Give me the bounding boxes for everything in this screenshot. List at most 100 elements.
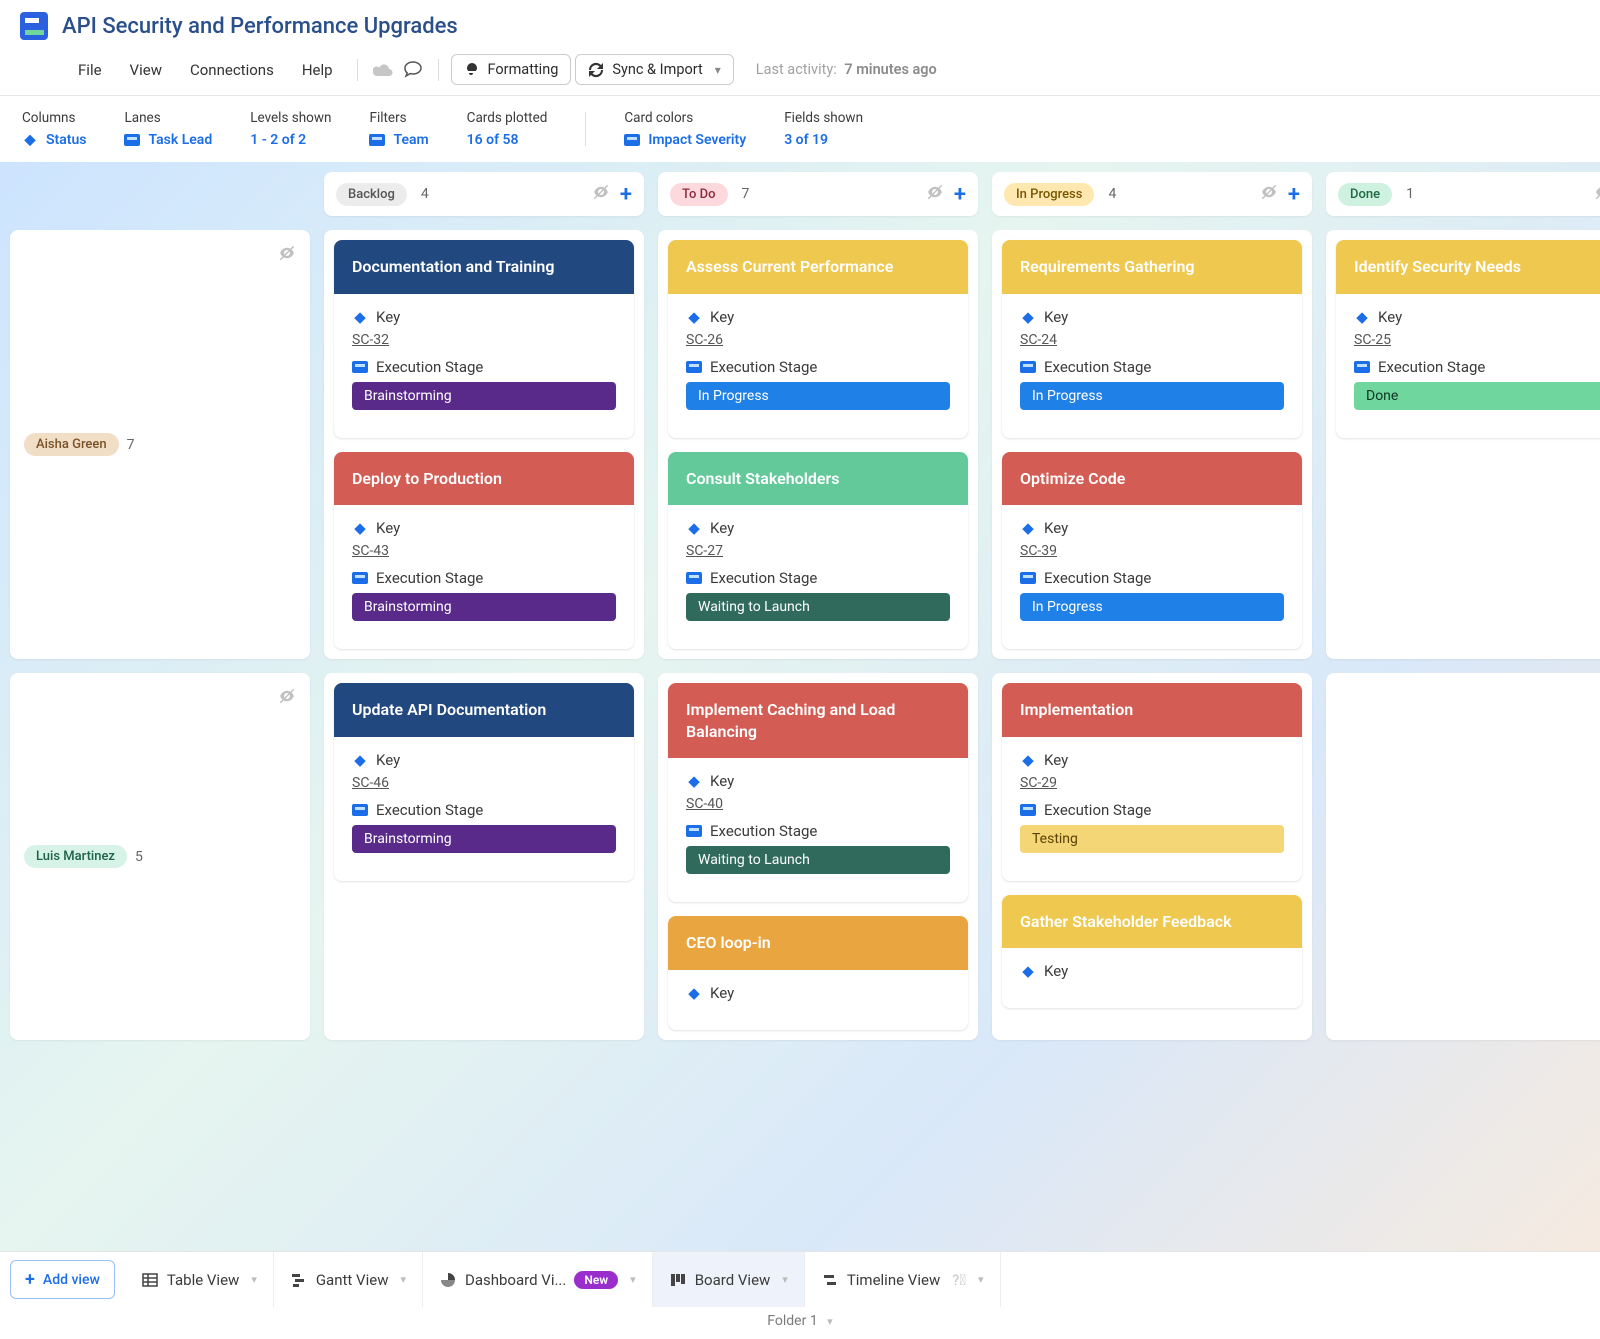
column-name-chip[interactable]: Done <box>1338 183 1392 206</box>
card-key-link[interactable]: SC-32 <box>352 332 389 348</box>
board-cell[interactable]: Implement Caching and Load Balancing ◆Ke… <box>658 673 978 1040</box>
add-view-button[interactable]: + Add view <box>10 1260 115 1299</box>
filter-plotted[interactable]: Cards plotted 16 of 58 <box>467 110 548 148</box>
add-card-button[interactable]: + <box>620 182 632 207</box>
view-tab-dashboard[interactable]: Dashboard Vi... New ▾ <box>423 1252 653 1307</box>
view-tab-table[interactable]: Table View▾ <box>125 1252 274 1307</box>
diamond-icon: ◆ <box>1020 752 1036 768</box>
field-key-label: Key <box>1044 751 1068 769</box>
board-cell[interactable]: Assess Current Performance ◆Key SC-26 Ex… <box>658 230 978 659</box>
menu-help[interactable]: Help <box>290 57 345 83</box>
chevron-down-icon[interactable]: ▾ <box>782 1273 788 1286</box>
filter-columns[interactable]: Columns ◆Status <box>22 110 86 148</box>
formatting-button[interactable]: Formatting <box>451 54 572 85</box>
card-key-link[interactable]: SC-40 <box>686 796 723 812</box>
stage-pill: Brainstorming <box>352 382 616 410</box>
hide-lane-icon[interactable] <box>278 687 296 709</box>
chat-icon[interactable] <box>400 57 426 83</box>
column-name-chip[interactable]: Backlog <box>336 183 407 206</box>
board-card[interactable]: Identify Security Needs ◆Key SC-25 Execu… <box>1336 240 1600 438</box>
stage-pill: In Progress <box>686 382 950 410</box>
menu-connections[interactable]: Connections <box>178 57 286 83</box>
card-key-link[interactable]: SC-25 <box>1354 332 1391 348</box>
hide-column-icon[interactable] <box>1594 183 1600 205</box>
board[interactable]: Backlog 4 + To Do 7 + In Progress 4 + Do… <box>0 162 1600 1281</box>
sync-import-button[interactable]: Sync & Import ▾ <box>575 54 733 85</box>
hide-lane-icon[interactable] <box>278 244 296 266</box>
card-key-link[interactable]: SC-29 <box>1020 775 1057 791</box>
lane-name-chip[interactable]: Luis Martinez <box>24 845 127 868</box>
menu-file[interactable]: File <box>66 57 114 83</box>
board-cell[interactable]: Implementation ◆Key SC-29 Execution Stag… <box>992 673 1312 1040</box>
plus-icon: + <box>25 1269 35 1290</box>
chevron-down-icon[interactable]: ▾ <box>978 1273 984 1286</box>
filter-fields-shown[interactable]: Fields shown 3 of 19 <box>784 110 863 148</box>
board-cell[interactable]: Requirements Gathering ◆Key SC-24 Execut… <box>992 230 1312 659</box>
board-cell[interactable]: Update API Documentation ◆Key SC-46 Exec… <box>324 673 644 1040</box>
view-tab-timeline[interactable]: Timeline View ?⃝ ▾ <box>805 1252 1001 1307</box>
board-card[interactable]: Requirements Gathering ◆Key SC-24 Execut… <box>1002 240 1302 438</box>
board-card[interactable]: Assess Current Performance ◆Key SC-26 Ex… <box>668 240 968 438</box>
diamond-icon: ◆ <box>1020 963 1036 979</box>
board-card[interactable]: Implementation ◆Key SC-29 Execution Stag… <box>1002 683 1302 881</box>
filter-card-colors[interactable]: Card colors Impact Severity <box>624 110 746 148</box>
board-card[interactable]: Optimize Code ◆Key SC-39 Execution Stage… <box>1002 452 1302 650</box>
card-key-link[interactable]: SC-46 <box>352 775 389 791</box>
field-key-label: Key <box>376 308 400 326</box>
board-card[interactable]: Deploy to Production ◆Key SC-43 Executio… <box>334 452 634 650</box>
field-key-label: Key <box>1378 308 1402 326</box>
board-card[interactable]: Documentation and Training ◆Key SC-32 Ex… <box>334 240 634 438</box>
add-card-button[interactable]: + <box>1288 182 1300 207</box>
field-stage-label: Execution Stage <box>1044 801 1151 819</box>
board-cell[interactable]: Documentation and Training ◆Key SC-32 Ex… <box>324 230 644 659</box>
field-key-label: Key <box>1044 519 1068 537</box>
chevron-down-icon[interactable]: ▾ <box>251 1273 257 1286</box>
filter-lanes[interactable]: Lanes Task Lead <box>124 110 212 148</box>
diamond-icon: ◆ <box>1020 309 1036 325</box>
column-name-chip[interactable]: In Progress <box>1004 183 1094 206</box>
board-card[interactable]: Gather Stakeholder Feedback ◆Key <box>1002 895 1302 1009</box>
table-icon <box>141 1271 159 1289</box>
folder-selector[interactable]: Folder 1 ▾ <box>0 1307 1600 1339</box>
help-icon[interactable]: ?⃝ <box>952 1271 966 1289</box>
board-cell[interactable] <box>1326 673 1600 1040</box>
lane-header: Luis Martinez 5 <box>10 673 310 1040</box>
hide-column-icon[interactable] <box>1260 183 1278 205</box>
stage-pill: Brainstorming <box>352 593 616 621</box>
board-card[interactable]: Implement Caching and Load Balancing ◆Ke… <box>668 683 968 902</box>
card-key-link[interactable]: SC-27 <box>686 543 723 559</box>
add-card-button[interactable]: + <box>954 182 966 207</box>
card-key-link[interactable]: SC-24 <box>1020 332 1057 348</box>
chevron-down-icon[interactable]: ▾ <box>400 1273 406 1286</box>
card-icon <box>352 572 368 584</box>
cloud-icon[interactable] <box>370 57 396 83</box>
card-title: Deploy to Production <box>334 452 634 506</box>
view-tab-gantt[interactable]: Gantt View▾ <box>274 1252 423 1307</box>
filter-filters[interactable]: Filters Team <box>369 110 428 148</box>
view-tab-board[interactable]: Board View▾ <box>653 1252 805 1307</box>
card-key-link[interactable]: SC-26 <box>686 332 723 348</box>
card-key-link[interactable]: SC-43 <box>352 543 389 559</box>
board-cell[interactable]: Identify Security Needs ◆Key SC-25 Execu… <box>1326 230 1600 659</box>
lane-name-chip[interactable]: Aisha Green <box>24 433 119 456</box>
diamond-icon: ◆ <box>352 752 368 768</box>
column-count: 4 <box>1108 186 1116 202</box>
stage-pill: Waiting to Launch <box>686 593 950 621</box>
card-title: Identify Security Needs <box>1336 240 1600 294</box>
chevron-down-icon: ▾ <box>715 63 721 77</box>
chevron-down-icon[interactable]: ▾ <box>630 1273 636 1286</box>
hide-column-icon[interactable] <box>926 183 944 205</box>
board-card[interactable]: CEO loop-in ◆Key <box>668 916 968 1030</box>
column-header: Done 1 + <box>1326 172 1600 216</box>
footer: + Add view Table View▾ Gantt View▾ Dashb… <box>0 1251 1600 1339</box>
board-card[interactable]: Consult Stakeholders ◆Key SC-27 Executio… <box>668 452 968 650</box>
card-title: Requirements Gathering <box>1002 240 1302 294</box>
board-card[interactable]: Update API Documentation ◆Key SC-46 Exec… <box>334 683 634 881</box>
filter-levels[interactable]: Levels shown 1 - 2 of 2 <box>250 110 331 148</box>
app-logo <box>20 12 48 40</box>
card-key-link[interactable]: SC-39 <box>1020 543 1057 559</box>
menu-view[interactable]: View <box>118 57 174 83</box>
card-icon <box>1020 361 1036 373</box>
column-name-chip[interactable]: To Do <box>670 183 728 206</box>
hide-column-icon[interactable] <box>592 183 610 205</box>
